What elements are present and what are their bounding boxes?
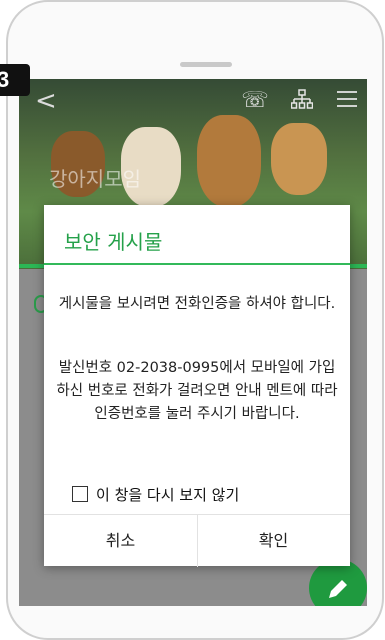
dialog-message-auth: 게시물을 보시려면 전화인증을 하셔야 합니다.	[58, 296, 336, 312]
top-toolbar: < ☏	[19, 79, 367, 125]
hamburger-menu-icon[interactable]	[335, 89, 359, 113]
phone-call-icon[interactable]: ☏	[241, 89, 269, 113]
dont-show-again-label: 이 창을 다시 보지 않기	[96, 485, 240, 504]
cancel-button[interactable]: 취소	[44, 515, 197, 567]
dont-show-again-option[interactable]: 이 창을 다시 보지 않기	[72, 484, 239, 504]
back-arrow-icon[interactable]: <	[35, 88, 57, 114]
phone-speaker	[180, 62, 232, 67]
security-post-dialog: 보안 게시물 게시물을 보시려면 전화인증을 하셔야 합니다. 발신번호 02-…	[44, 205, 350, 567]
pencil-icon	[329, 579, 347, 598]
dialog-message-instructions: 발신번호 02-2038-0995에서 모바일에 가입하신 번호로 전화가 걸려…	[56, 360, 338, 422]
org-chart-icon	[290, 89, 314, 109]
cafe-title: 강아지모임	[49, 167, 141, 191]
hierarchy-icon[interactable]	[289, 89, 315, 113]
dialog-button-bar: 취소 확인	[44, 514, 350, 567]
puppy-4	[271, 123, 327, 195]
step-number-badge: 3	[0, 64, 30, 96]
confirm-button[interactable]: 확인	[197, 515, 350, 567]
puppy-3	[197, 115, 261, 207]
dialog-title-divider	[44, 263, 350, 265]
menu-lines-icon	[337, 91, 357, 107]
dialog-title: 보안 게시물	[64, 230, 163, 254]
dont-show-again-checkbox[interactable]	[72, 486, 88, 502]
